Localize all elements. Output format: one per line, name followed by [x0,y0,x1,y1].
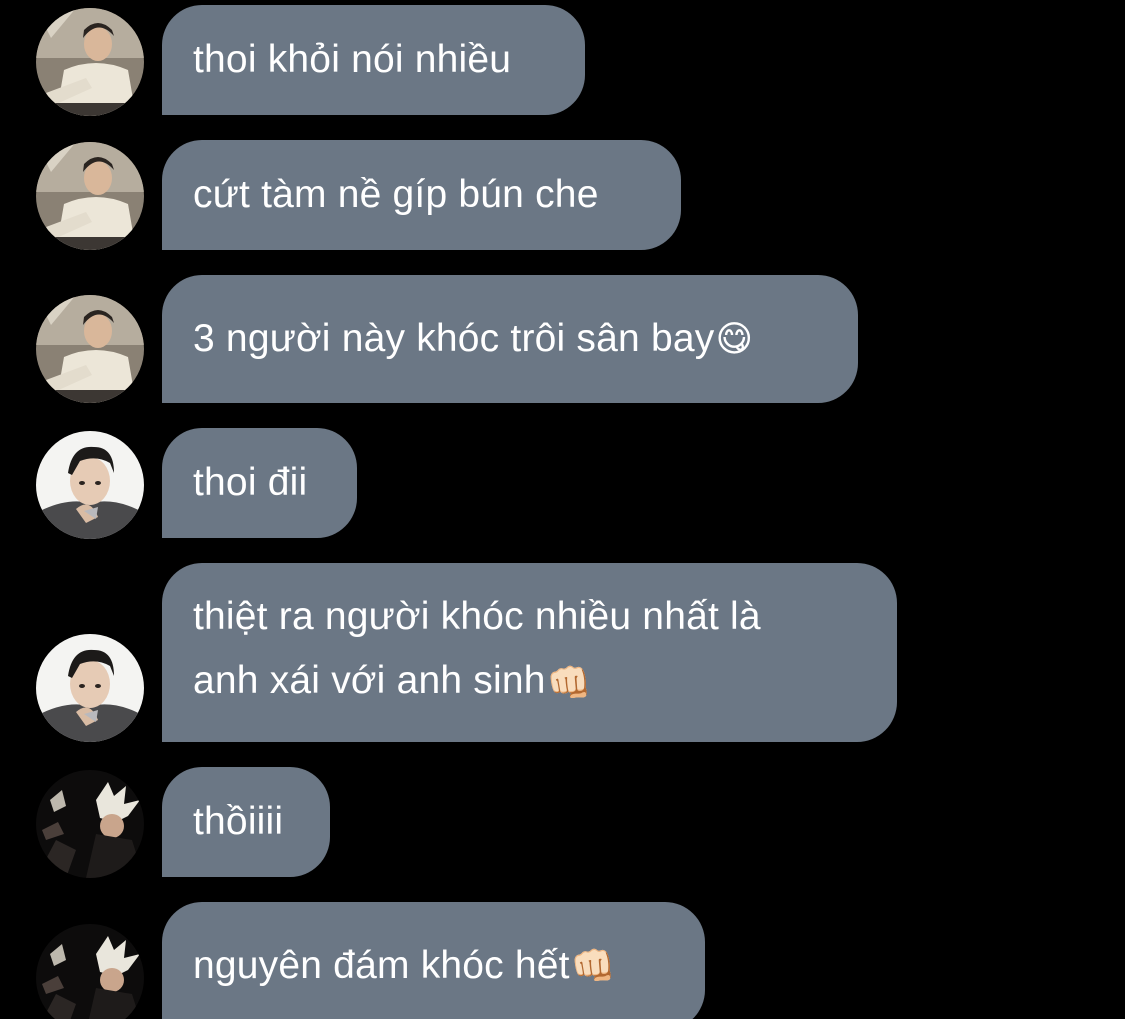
avatar-man-white-sweater-icon [36,142,144,250]
avatar-man-dark-suit-icon [36,634,144,742]
message-bubble[interactable]: cứt tàm nề gíp bún che [162,140,681,250]
avatar-man-dark-suit-icon [36,431,144,539]
message-bubble[interactable]: thoi khỏi nói nhiều [162,5,585,115]
message-bubble[interactable]: nguyên đám khóc hết 👊🏻 [162,902,705,1019]
oncoming-fist-emoji-icon: 👊🏻 [570,945,616,986]
avatar-blond-hair-icon [36,924,144,1019]
message-text-line-1: thiệt ra người khóc nhiều nhất là [193,595,761,638]
message-text-line-2: anh xái với anh sinh [193,659,546,702]
avatar[interactable] [36,431,144,539]
avatar[interactable] [36,770,144,878]
avatar-man-white-sweater-icon [36,8,144,116]
message-bubble[interactable]: thiệt ra người khóc nhiều nhất là anh xá… [162,563,897,742]
message-text: thoi khỏi nói nhiều [193,38,512,81]
chat-thread: thoi khỏi nói nhiều cứt tàm nề gíp bún c… [0,0,1125,1019]
face-savoring-food-emoji-icon: 😋 [715,318,754,359]
message-bubble[interactable]: 3 người này khóc trôi sân bay 😋 [162,275,858,403]
avatar[interactable] [36,8,144,116]
oncoming-fist-emoji-icon: 👊🏻 [546,661,592,703]
avatar-blond-hair-icon [36,770,144,878]
avatar-man-white-sweater-icon [36,295,144,403]
message-text: cứt tàm nề gíp bún che [193,173,599,216]
message-text-line-2-row: anh xái với anh sinh👊🏻 [193,649,592,715]
avatar[interactable] [36,295,144,403]
message-text: thoi đii [193,461,308,504]
message-text: 3 người này khóc trôi sân bay [193,317,715,360]
message-text: thồiiii [193,800,284,843]
message-bubble[interactable]: thồiiii [162,767,330,877]
message-bubble[interactable]: thoi đii [162,428,357,538]
avatar[interactable] [36,142,144,250]
message-text: nguyên đám khóc hết [193,944,570,987]
avatar[interactable] [36,924,144,1019]
avatar[interactable] [36,634,144,742]
